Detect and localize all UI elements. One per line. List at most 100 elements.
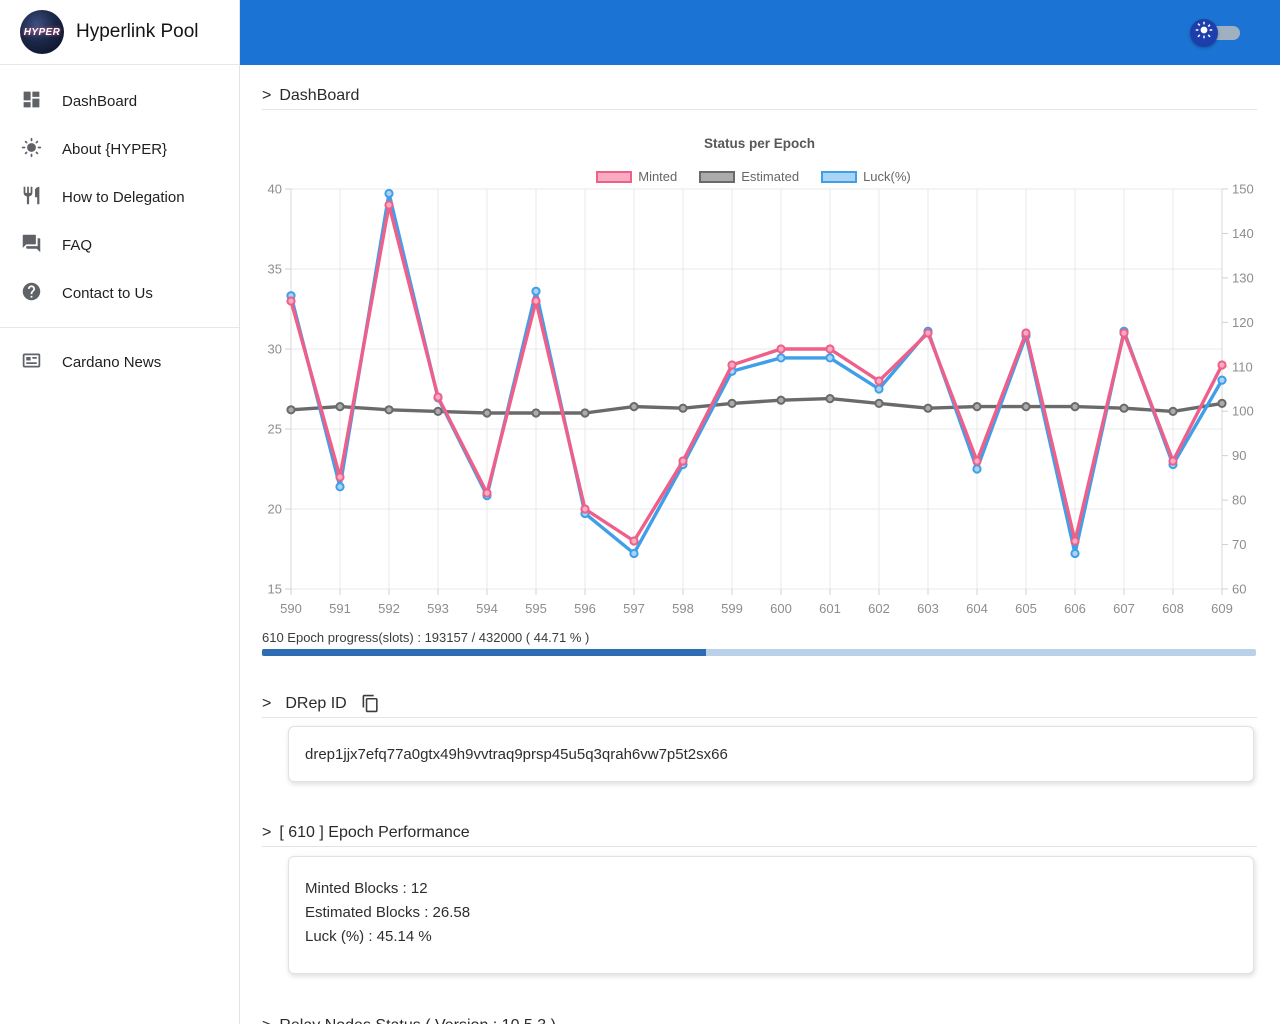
restaurant-icon (21, 185, 42, 210)
sidebar-item-label: Cardano News (62, 353, 162, 371)
svg-text:80: 80 (1232, 493, 1246, 508)
svg-text:595: 595 (525, 601, 547, 616)
drep-heading-row: > DRep ID (262, 694, 1257, 713)
performance-heading-row: > [ 610 ] Epoch Performance (262, 824, 1257, 842)
heading-rule (262, 846, 1257, 847)
svg-text:140: 140 (1232, 226, 1254, 241)
legend-label: Luck(%) (863, 169, 911, 184)
svg-text:60: 60 (1232, 582, 1246, 597)
legend-label: Minted (638, 169, 678, 184)
theme-toggle[interactable] (1190, 18, 1242, 48)
svg-text:603: 603 (917, 601, 939, 616)
newspaper-icon (21, 350, 42, 375)
relay-heading-row: > Relay Nodes Status ( Version : 10.5.3 … (262, 1017, 1257, 1024)
estimated-blocks-line: Estimated Blocks : 26.58 (305, 904, 471, 921)
drep-id-value: drep1jjx7efq77a0gtx49h9vvtraq9prsp45u5q3… (305, 745, 728, 763)
main-content: > DashBoard Status per Epoch Minted Esti… (240, 65, 1280, 1024)
sidebar-item-label: FAQ (62, 236, 93, 254)
sidebar-item-label: About {HYPER} (62, 140, 168, 158)
sidebar: HYPER Hyperlink Pool DashBoard About {HY… (0, 0, 240, 1024)
chevron: > (262, 694, 272, 712)
drep-card: drep1jjx7efq77a0gtx49h9vvtraq9prsp45u5q3… (288, 726, 1254, 782)
drep-section: > DRep ID drep1jjx7efq77a0gtx49h9vvtraq9… (262, 694, 1257, 782)
svg-text:15: 15 (268, 582, 282, 597)
copy-icon[interactable] (361, 694, 380, 713)
svg-text:590: 590 (280, 601, 302, 616)
svg-text:593: 593 (427, 601, 449, 616)
performance-card: Minted Blocks : 12 Estimated Blocks : 26… (288, 856, 1254, 974)
page-title: DashBoard (279, 87, 360, 104)
svg-text:20: 20 (268, 502, 282, 517)
sidebar-divider (0, 327, 239, 328)
heading-rule (262, 717, 1257, 718)
sidebar-item-contact[interactable]: Contact to Us (0, 269, 239, 317)
breadcrumb: > DashBoard (262, 87, 1257, 105)
performance-heading: [ 610 ] Epoch Performance (279, 824, 470, 841)
svg-text:597: 597 (623, 601, 645, 616)
sidebar-menu: DashBoard About {HYPER} How to Delegatio… (0, 65, 239, 386)
heading-rule (262, 109, 1257, 110)
svg-text:35: 35 (268, 262, 282, 277)
svg-text:604: 604 (966, 601, 988, 616)
epoch-progress-bar (262, 649, 1256, 656)
sidebar-item-label: DashBoard (62, 92, 138, 110)
chevron: > (262, 87, 272, 104)
chart-title: Status per Epoch (703, 136, 816, 151)
svg-text:609: 609 (1211, 601, 1233, 616)
logo-row[interactable]: HYPER Hyperlink Pool (0, 0, 239, 65)
sidebar-item-cardano-news[interactable]: Cardano News (0, 338, 239, 386)
pool-title: Hyperlink Pool (76, 21, 199, 42)
sidebar-item-delegation[interactable]: How to Delegation (0, 173, 239, 221)
relay-section: > Relay Nodes Status ( Version : 10.5.3 … (262, 1017, 1257, 1024)
svg-text:90: 90 (1232, 448, 1246, 463)
epoch-progress-label: 610 Epoch progress(slots) : 193157 / 432… (262, 630, 590, 645)
performance-section: > [ 610 ] Epoch Performance Minted Block… (262, 824, 1257, 974)
epoch-progress-fill (262, 649, 707, 656)
svg-text:608: 608 (1162, 601, 1184, 616)
svg-text:596: 596 (574, 601, 596, 616)
svg-text:130: 130 (1232, 270, 1254, 285)
dashboard-icon (21, 89, 42, 114)
svg-text:598: 598 (672, 601, 694, 616)
status-chart-plot[interactable]: 40 35 30 25 20 15 150 140 130 120 110 100 90 80 70 60 59… (262, 184, 1256, 624)
forum-icon (21, 233, 42, 258)
breadcrumb-block: > DashBoard (262, 87, 1257, 110)
help-icon (21, 281, 42, 306)
sidebar-item-dashboard[interactable]: DashBoard (0, 77, 239, 125)
sidebar-item-about[interactable]: About {HYPER} (0, 125, 239, 173)
svg-text:605: 605 (1015, 601, 1037, 616)
sidebar-item-label: How to Delegation (62, 188, 185, 206)
svg-text:602: 602 (868, 601, 890, 616)
svg-text:100: 100 (1232, 404, 1254, 419)
svg-text:592: 592 (378, 601, 400, 616)
sidebar-item-label: Contact to Us (62, 284, 153, 302)
svg-text:599: 599 (721, 601, 743, 616)
legend-item-minted[interactable]: Minted (596, 169, 677, 184)
svg-text:120: 120 (1232, 315, 1254, 330)
legend-swatch-estimated (699, 170, 736, 183)
svg-text:150: 150 (1232, 184, 1254, 197)
status-chart: Status per Epoch Minted Estimated Luck(%… (262, 136, 1257, 624)
svg-text:607: 607 (1113, 601, 1135, 616)
svg-text:594: 594 (476, 601, 498, 616)
svg-text:110: 110 (1232, 359, 1253, 374)
chevron: > (262, 1017, 271, 1024)
legend-item-estimated[interactable]: Estimated (699, 169, 799, 184)
svg-text:30: 30 (268, 342, 282, 357)
legend-item-luck[interactable]: Luck(%) (821, 169, 911, 184)
epoch-progress: 610 Epoch progress(slots) : 193157 / 432… (262, 630, 1257, 656)
chevron: > (262, 824, 272, 841)
drep-heading: DRep ID (285, 694, 347, 712)
svg-text:606: 606 (1064, 601, 1086, 616)
svg-text:591: 591 (329, 601, 351, 616)
legend-swatch-minted (596, 170, 633, 183)
relay-heading: Relay Nodes Status ( Version : 10.5.3 ) (279, 1017, 556, 1024)
legend-label: Estimated (741, 169, 800, 184)
svg-text:25: 25 (268, 422, 282, 437)
svg-text:600: 600 (770, 601, 792, 616)
sidebar-item-faq[interactable]: FAQ (0, 221, 239, 269)
svg-text:40: 40 (268, 184, 282, 197)
luck-line: Luck (%) : 45.14 % (305, 928, 432, 945)
toggle-thumb (1190, 18, 1218, 47)
topbar (240, 0, 1280, 65)
